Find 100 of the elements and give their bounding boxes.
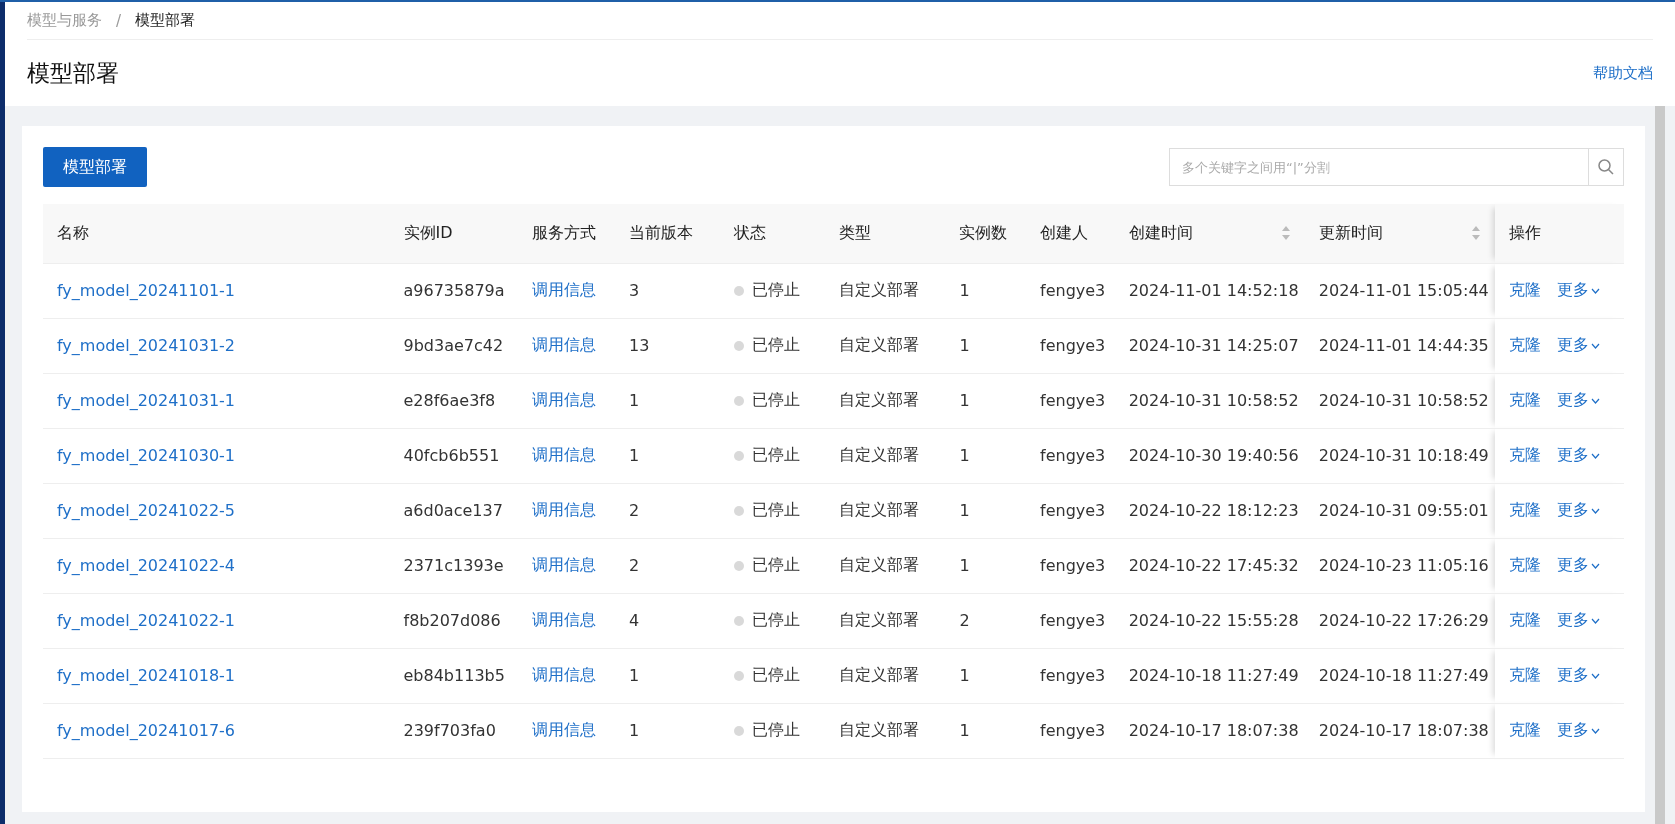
search-icon: [1597, 158, 1615, 176]
status-text: 已停止: [751, 720, 800, 741]
version-number: 1: [629, 391, 640, 410]
chevron-down-icon: [1591, 452, 1600, 459]
instance-count: 1: [959, 446, 970, 465]
help-link[interactable]: 帮助文档: [1593, 63, 1653, 83]
status-text: 已停止: [751, 610, 800, 631]
page-title: 模型部署: [27, 58, 119, 88]
call-info-link[interactable]: 调用信息: [532, 610, 597, 629]
instance-count: 1: [959, 666, 970, 685]
column-header: 类型: [838, 222, 871, 244]
clone-link[interactable]: 克隆: [1509, 555, 1541, 576]
search-button[interactable]: [1588, 148, 1624, 186]
instance-count: 1: [959, 721, 970, 740]
updated-time: 2024-10-31 09:55:01: [1318, 501, 1489, 520]
clone-link[interactable]: 克隆: [1509, 445, 1541, 466]
created-time: 2024-10-30 19:40:56: [1128, 446, 1299, 465]
model-name-link[interactable]: fy_model_20241022-1: [57, 611, 236, 630]
type-text: 自定义部署: [838, 610, 919, 629]
call-info-link[interactable]: 调用信息: [532, 665, 597, 684]
instance-count: 1: [959, 501, 970, 520]
clone-link[interactable]: 克隆: [1509, 390, 1541, 411]
breadcrumb-item[interactable]: 模型与服务: [27, 11, 102, 30]
status-text: 已停止: [751, 280, 800, 301]
scrollbar[interactable]: [1655, 106, 1665, 824]
version-number: 13: [629, 336, 650, 355]
call-info-link[interactable]: 调用信息: [532, 335, 597, 354]
sort-icon[interactable]: [1280, 225, 1291, 242]
model-name-link[interactable]: fy_model_20241030-1: [57, 446, 236, 465]
chevron-down-icon: [1591, 287, 1600, 294]
version-number: 2: [629, 556, 640, 575]
more-dropdown[interactable]: 更多: [1557, 445, 1600, 466]
creator-text: fengye3: [1040, 666, 1106, 685]
call-info-link[interactable]: 调用信息: [532, 500, 597, 519]
breadcrumb-item: 模型部署: [135, 11, 196, 30]
more-dropdown[interactable]: 更多: [1557, 500, 1600, 521]
type-text: 自定义部署: [838, 500, 919, 519]
clone-link[interactable]: 克隆: [1509, 335, 1541, 356]
version-number: 2: [629, 501, 640, 520]
clone-link[interactable]: 克隆: [1509, 500, 1541, 521]
call-info-link[interactable]: 调用信息: [532, 555, 597, 574]
model-name-link[interactable]: fy_model_20241022-5: [57, 501, 236, 520]
status-text: 已停止: [751, 665, 800, 686]
model-name-link[interactable]: fy_model_20241018-1: [57, 666, 236, 685]
created-time: 2024-10-22 15:55:28: [1128, 611, 1299, 630]
instance-id: a96735879a: [403, 281, 505, 300]
created-time: 2024-10-17 18:07:38: [1128, 721, 1299, 740]
chevron-down-icon: [1591, 617, 1600, 624]
created-time: 2024-10-31 14:25:07: [1128, 336, 1299, 355]
status-text: 已停止: [751, 335, 800, 356]
updated-time: 2024-10-31 10:18:49: [1318, 446, 1489, 465]
clone-link[interactable]: 克隆: [1509, 610, 1541, 631]
version-number: 3: [629, 281, 640, 300]
version-number: 1: [629, 446, 640, 465]
model-name-link[interactable]: fy_model_20241017-6: [57, 721, 236, 740]
updated-time: 2024-10-22 17:26:29: [1318, 611, 1489, 630]
chevron-down-icon: [1591, 672, 1600, 679]
type-text: 自定义部署: [838, 720, 919, 739]
model-name-link[interactable]: fy_model_20241031-2: [57, 336, 236, 355]
column-header: 服务方式: [532, 222, 597, 244]
updated-time: 2024-10-17 18:07:38: [1318, 721, 1489, 740]
column-header: 操作: [1509, 222, 1541, 244]
call-info-link[interactable]: 调用信息: [532, 720, 597, 739]
clone-link[interactable]: 克隆: [1509, 665, 1541, 686]
version-number: 1: [629, 721, 640, 740]
clone-link[interactable]: 克隆: [1509, 720, 1541, 741]
call-info-link[interactable]: 调用信息: [532, 390, 597, 409]
column-header: 实例ID: [403, 222, 453, 244]
instance-id: 9bd3ae7c42: [403, 336, 504, 355]
deploy-button[interactable]: 模型部署: [43, 147, 147, 187]
created-time: 2024-10-31 10:58:52: [1128, 391, 1299, 410]
clone-link[interactable]: 克隆: [1509, 280, 1541, 301]
instance-id: 239f703fa0: [403, 721, 496, 740]
type-text: 自定义部署: [838, 555, 919, 574]
creator-text: fengye3: [1040, 501, 1106, 520]
more-dropdown[interactable]: 更多: [1557, 280, 1600, 301]
model-name-link[interactable]: fy_model_20241022-4: [57, 556, 236, 575]
search-field[interactable]: 多个关键字之间用“|”分割: [1169, 148, 1588, 186]
breadcrumb-separator: /: [116, 11, 122, 30]
model-name-link[interactable]: fy_model_20241031-1: [57, 391, 236, 410]
column-header: 状态: [733, 222, 766, 244]
more-dropdown[interactable]: 更多: [1557, 610, 1600, 631]
more-dropdown[interactable]: 更多: [1557, 335, 1600, 356]
chevron-down-icon: [1591, 727, 1600, 734]
creator-text: fengye3: [1040, 391, 1106, 410]
more-dropdown[interactable]: 更多: [1557, 665, 1600, 686]
instance-id: e28f6ae3f8: [403, 391, 496, 410]
more-dropdown[interactable]: 更多: [1557, 720, 1600, 741]
more-dropdown[interactable]: 更多: [1557, 555, 1600, 576]
call-info-link[interactable]: 调用信息: [532, 445, 597, 464]
updated-time: 2024-10-31 10:58:52: [1318, 391, 1489, 410]
chevron-down-icon: [1591, 397, 1600, 404]
model-name-link[interactable]: fy_model_20241101-1: [57, 281, 236, 300]
call-info-link[interactable]: 调用信息: [532, 280, 597, 299]
more-dropdown[interactable]: 更多: [1557, 390, 1600, 411]
sort-icon[interactable]: [1471, 225, 1481, 242]
created-time: 2024-11-01 14:52:18: [1128, 281, 1299, 300]
status-text: 已停止: [751, 445, 800, 466]
column-header: 创建人: [1040, 222, 1088, 244]
updated-time: 2024-10-18 11:27:49: [1318, 666, 1489, 685]
